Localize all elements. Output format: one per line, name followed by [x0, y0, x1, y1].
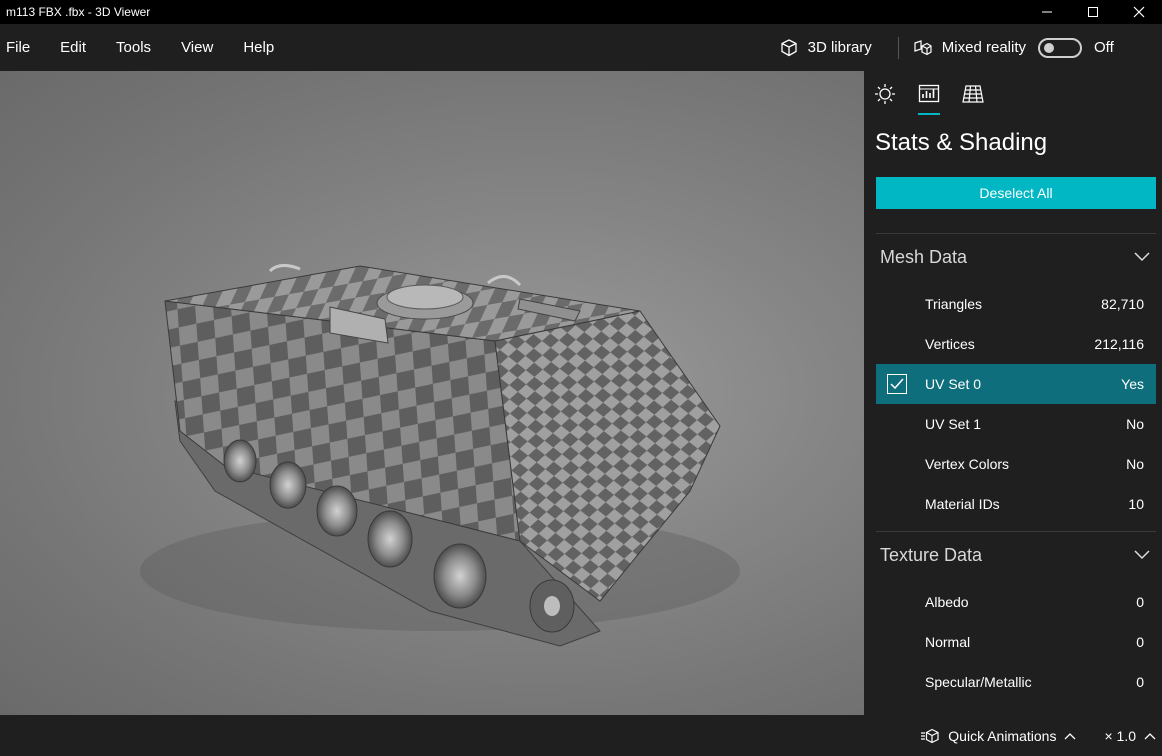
- quick-animations-label: Quick Animations: [948, 727, 1057, 744]
- sun-icon: [875, 84, 895, 104]
- checkmark-icon: [890, 378, 904, 390]
- row-value: No: [1126, 416, 1144, 432]
- maximize-button[interactable]: [1070, 0, 1116, 24]
- tab-grid[interactable]: [962, 83, 1006, 117]
- texture-row-albedo[interactable]: Albedo 0: [876, 582, 1156, 622]
- row-value: 0: [1136, 634, 1144, 650]
- mixed-reality-toggle[interactable]: [1038, 37, 1082, 58]
- quick-animations-button[interactable]: Quick Animations: [920, 728, 1084, 744]
- status-bar: Quick Animations × 1.0: [0, 715, 1162, 756]
- mesh-data-title: Mesh Data: [880, 246, 968, 267]
- row-label: Triangles: [925, 296, 983, 312]
- row-label: Specular/Metallic: [925, 674, 1032, 690]
- row-label: Albedo: [925, 594, 969, 610]
- close-icon: [1133, 6, 1145, 18]
- menu-tools[interactable]: Tools: [110, 39, 157, 56]
- row-label: Vertices: [925, 336, 975, 352]
- menu-file[interactable]: File: [0, 39, 36, 56]
- playback-speed-button[interactable]: × 1.0: [1104, 728, 1156, 744]
- row-label: UV Set 1: [925, 416, 982, 432]
- row-value: 212,116: [1094, 336, 1144, 352]
- mesh-row-vertex-colors[interactable]: Vertex Colors No: [876, 444, 1156, 484]
- menu-help[interactable]: Help: [237, 39, 280, 56]
- menu-edit[interactable]: Edit: [54, 39, 92, 56]
- grid-icon: [962, 85, 984, 103]
- deselect-all-button[interactable]: Deselect All: [876, 177, 1156, 209]
- row-value: 10: [1128, 496, 1144, 512]
- toggle-state-label: Off: [1094, 39, 1114, 56]
- playback-speed-label: × 1.0: [1104, 727, 1136, 744]
- uv-set-0-checkbox[interactable]: [887, 374, 907, 394]
- minimize-button[interactable]: [1024, 0, 1070, 24]
- chevron-down-icon: [1134, 252, 1150, 262]
- menu-view[interactable]: View: [175, 39, 219, 56]
- row-value: No: [1126, 456, 1144, 472]
- title-bar: m113 FBX .fbx - 3D Viewer: [0, 0, 1162, 24]
- close-button[interactable]: [1116, 0, 1162, 24]
- panel-tabs: [874, 83, 1006, 117]
- 3d-viewport[interactable]: [0, 71, 864, 715]
- row-label: Material IDs: [925, 496, 1000, 512]
- maximize-icon: [1088, 7, 1098, 17]
- window-title: m113 FBX .fbx - 3D Viewer: [6, 5, 151, 19]
- stats-chart-icon: [918, 84, 940, 103]
- row-value: 82,710: [1101, 296, 1144, 312]
- texture-row-normal[interactable]: Normal 0: [876, 622, 1156, 662]
- row-value: 0: [1136, 674, 1144, 690]
- animation-cube-icon: [921, 728, 939, 743]
- section-divider: [876, 233, 1156, 234]
- mesh-row-uv-set-1[interactable]: UV Set 1 No: [876, 404, 1156, 444]
- minimize-icon: [1042, 11, 1052, 13]
- row-label: Normal: [925, 634, 971, 650]
- tab-stats[interactable]: [918, 83, 962, 117]
- 3d-library-button[interactable]: 3D library: [779, 38, 872, 58]
- toggle-knob: [1044, 42, 1054, 53]
- menu-bar: File Edit Tools View Help 3D library Mix…: [0, 24, 1162, 71]
- texture-data-header[interactable]: Texture Data: [880, 543, 1150, 567]
- section-divider: [876, 531, 1156, 532]
- row-label: Vertex Colors: [925, 456, 1010, 472]
- texture-data-title: Texture Data: [880, 544, 983, 565]
- cube-icon: [780, 38, 797, 56]
- menu-separator: [897, 36, 899, 59]
- mixed-reality-icon: [914, 39, 932, 55]
- mesh-row-triangles: Triangles 82,710: [876, 284, 1156, 324]
- chevron-up-icon: [1144, 732, 1156, 739]
- mesh-row-vertices: Vertices 212,116: [876, 324, 1156, 364]
- row-label: UV Set 0: [925, 376, 982, 392]
- stats-panel: Stats & Shading Deselect All Mesh Data T…: [864, 71, 1162, 715]
- row-value: 0: [1136, 594, 1144, 610]
- m113-model: [140, 264, 740, 647]
- mesh-row-uv-set-0[interactable]: UV Set 0 Yes: [876, 364, 1156, 404]
- chevron-up-icon: [1065, 732, 1076, 739]
- 3d-library-label: 3D library: [807, 39, 872, 56]
- chevron-down-icon: [1134, 550, 1150, 560]
- row-value: Yes: [1121, 376, 1144, 392]
- mesh-row-material-ids[interactable]: Material IDs 10: [876, 484, 1156, 524]
- mixed-reality-label: Mixed reality: [941, 39, 1026, 56]
- panel-title: Stats & Shading: [875, 129, 1048, 156]
- tab-lighting[interactable]: [874, 83, 918, 117]
- mesh-data-header[interactable]: Mesh Data: [880, 245, 1150, 269]
- texture-row-specular-metallic[interactable]: Specular/Metallic 0: [876, 662, 1156, 702]
- mixed-reality-button[interactable]: Mixed reality: [913, 38, 1026, 58]
